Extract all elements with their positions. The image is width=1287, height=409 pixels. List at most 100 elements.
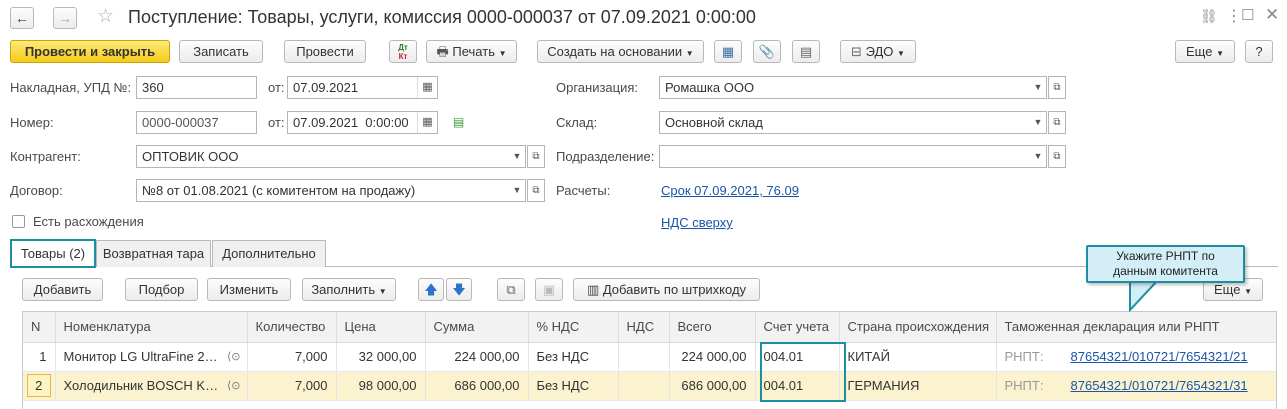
forward-button[interactable]: → (53, 7, 77, 29)
print-button[interactable]: 🖶 Печать ▼ (426, 40, 517, 63)
col-item[interactable]: Номенклатура (55, 312, 248, 343)
report-button[interactable]: ▤ (792, 40, 820, 63)
arrow-down-icon: 🡇 (452, 282, 466, 297)
col-country[interactable]: Страна происхождения (839, 312, 997, 343)
table-row[interactable]: 2 Холодильник BOSCH KGN39VL25 ⟨⊙ 7,000 98… (23, 371, 1276, 401)
chevron-down-icon[interactable]: ▼ (509, 180, 525, 201)
tab-goods[interactable]: Товары (2) (10, 239, 96, 268)
number-input[interactable]: 0000-000037 (136, 111, 257, 134)
link-icon[interactable]: ⛓ (1200, 8, 1218, 25)
chevron-down-icon[interactable]: ▼ (1030, 77, 1046, 98)
tab-returnable-containers[interactable]: Возвратная тара (96, 240, 211, 267)
vat-link[interactable]: НДС сверху (661, 215, 733, 231)
contract-label: Договор: (10, 183, 63, 198)
chevron-down-icon[interactable]: ▼ (1030, 146, 1046, 167)
write-button[interactable]: Записать (179, 40, 263, 63)
cell-qty[interactable]: 7,000 (247, 342, 337, 372)
calendar-icon[interactable]: ▦ (417, 77, 437, 98)
add-row-button[interactable]: Добавить (22, 278, 103, 301)
edit-status-icon[interactable]: ▤ (453, 115, 464, 129)
invoice-number-label: Накладная, УПД №: (10, 80, 132, 95)
paste-icon: ▣ (542, 282, 556, 297)
cell-total[interactable]: 686 000,00 (669, 371, 756, 401)
cell-rnpt[interactable]: РНПТ: 87654321/010721/7654321/21 (996, 342, 1276, 372)
settlements-link[interactable]: Срок 07.09.2021, 76.09 (661, 183, 799, 199)
cell-total[interactable]: 224 000,00 (669, 342, 756, 372)
pick-button[interactable]: Подбор (125, 278, 198, 301)
open-warehouse-icon[interactable]: ⧉ (1048, 111, 1066, 134)
post-and-close-button[interactable]: Провести и закрыть (10, 40, 170, 63)
cell-country[interactable]: КИТАЙ (839, 342, 997, 372)
dt-kt-button[interactable]: Дт Кт (389, 40, 417, 63)
fill-button[interactable]: Заполнить ▼ (302, 278, 396, 301)
rnpt-prefix: РНПТ: (1004, 349, 1044, 364)
post-button[interactable]: Провести (284, 40, 366, 63)
table-row[interactable]: 1 Монитор LG UltraFine 27UN880 ⟨⊙ 7,000 3… (23, 342, 1276, 372)
cell-item[interactable]: Холодильник BOSCH KGN39VL25 ⟨⊙ (55, 371, 248, 401)
invoice-number-input[interactable]: 360 (136, 76, 257, 99)
col-vat-rate[interactable]: % НДС (528, 312, 619, 343)
move-up-button[interactable]: 🡅 (418, 278, 444, 301)
cell-vat-rate[interactable]: Без НДС (528, 371, 619, 401)
col-qty[interactable]: Количество (247, 312, 337, 343)
structure-button[interactable]: ▦ (714, 40, 742, 63)
discrepancy-checkbox[interactable] (12, 215, 25, 228)
col-n[interactable]: N (23, 312, 56, 343)
create-based-on-button[interactable]: Создать на основании ▼ (537, 40, 704, 63)
cell-sum[interactable]: 224 000,00 (425, 342, 529, 372)
rnpt-link[interactable]: 87654321/010721/7654321/31 (1071, 378, 1248, 393)
characteristics-icon[interactable]: ⟨⊙ (227, 379, 241, 392)
open-organization-icon[interactable]: ⧉ (1048, 76, 1066, 99)
warehouse-input[interactable]: Основной склад ▼ (659, 111, 1047, 134)
calendar-icon[interactable]: ▦ (417, 112, 437, 133)
number-date-input[interactable]: 07.09.2021 0:00:00 ▦ (287, 111, 438, 134)
add-by-barcode-button[interactable]: ▥ Добавить по штрихкоду (573, 278, 760, 301)
chevron-down-icon[interactable]: ▼ (509, 146, 525, 167)
cell-country[interactable]: ГЕРМАНИЯ (839, 371, 997, 401)
close-icon[interactable]: ✕ (1265, 5, 1279, 25)
maximize-icon[interactable]: ☐ (1241, 6, 1254, 24)
help-button[interactable]: ? (1245, 40, 1273, 63)
contract-input[interactable]: №8 от 01.08.2021 (с комитентом на продаж… (136, 179, 526, 202)
col-sum[interactable]: Сумма (425, 312, 529, 343)
edo-button[interactable]: ⊟ ЭДО ▼ (840, 40, 916, 63)
division-label: Подразделение: (556, 149, 655, 164)
copy-rows-button[interactable]: ⧉ (497, 278, 525, 301)
col-vat[interactable]: НДС (618, 312, 670, 343)
favorite-star-icon[interactable]: ☆ (97, 5, 114, 28)
cell-rnpt[interactable]: РНПТ: 87654321/010721/7654321/31 (996, 371, 1276, 401)
item-name: Монитор LG UltraFine 27UN880 (63, 349, 223, 364)
more-button[interactable]: Еще ▼ (1175, 40, 1235, 63)
cell-n: 2 (23, 371, 56, 401)
chevron-down-icon[interactable]: ▼ (1030, 112, 1046, 133)
open-contract-icon[interactable]: ⧉ (527, 179, 545, 202)
cell-qty[interactable]: 7,000 (247, 371, 337, 401)
division-input[interactable]: ▼ (659, 145, 1047, 168)
paste-rows-button[interactable]: ▣ (535, 278, 563, 301)
change-button[interactable]: Изменить (207, 278, 291, 301)
tab-additional[interactable]: Дополнительно (212, 240, 326, 267)
back-button[interactable]: ← (10, 7, 34, 29)
open-counterparty-icon[interactable]: ⧉ (527, 145, 545, 168)
cell-item[interactable]: Монитор LG UltraFine 27UN880 ⟨⊙ (55, 342, 248, 372)
characteristics-icon[interactable]: ⟨⊙ (227, 350, 241, 363)
col-price[interactable]: Цена (336, 312, 426, 343)
open-division-icon[interactable]: ⧉ (1048, 145, 1066, 168)
cell-price[interactable]: 98 000,00 (336, 371, 426, 401)
attach-files-button[interactable]: 📎 (753, 40, 781, 63)
organization-input[interactable]: Ромашка ООО ▼ (659, 76, 1047, 99)
col-account[interactable]: Счет учета (755, 312, 840, 343)
col-customs-rnpt[interactable]: Таможенная декларация или РНПТ (996, 312, 1276, 343)
counterparty-input[interactable]: ОПТОВИК ООО ▼ (136, 145, 526, 168)
cell-vat[interactable] (618, 371, 670, 401)
col-total[interactable]: Всего (669, 312, 756, 343)
move-down-button[interactable]: 🡇 (446, 278, 472, 301)
cell-vat-rate[interactable]: Без НДС (528, 342, 619, 372)
more-vertical-icon[interactable]: ⋮ (1226, 6, 1242, 26)
chevron-down-icon: ▼ (1216, 49, 1224, 58)
invoice-date-input[interactable]: 07.09.2021 ▦ (287, 76, 438, 99)
rnpt-link[interactable]: 87654321/010721/7654321/21 (1071, 349, 1248, 364)
cell-price[interactable]: 32 000,00 (336, 342, 426, 372)
cell-sum[interactable]: 686 000,00 (425, 371, 529, 401)
cell-vat[interactable] (618, 342, 670, 372)
